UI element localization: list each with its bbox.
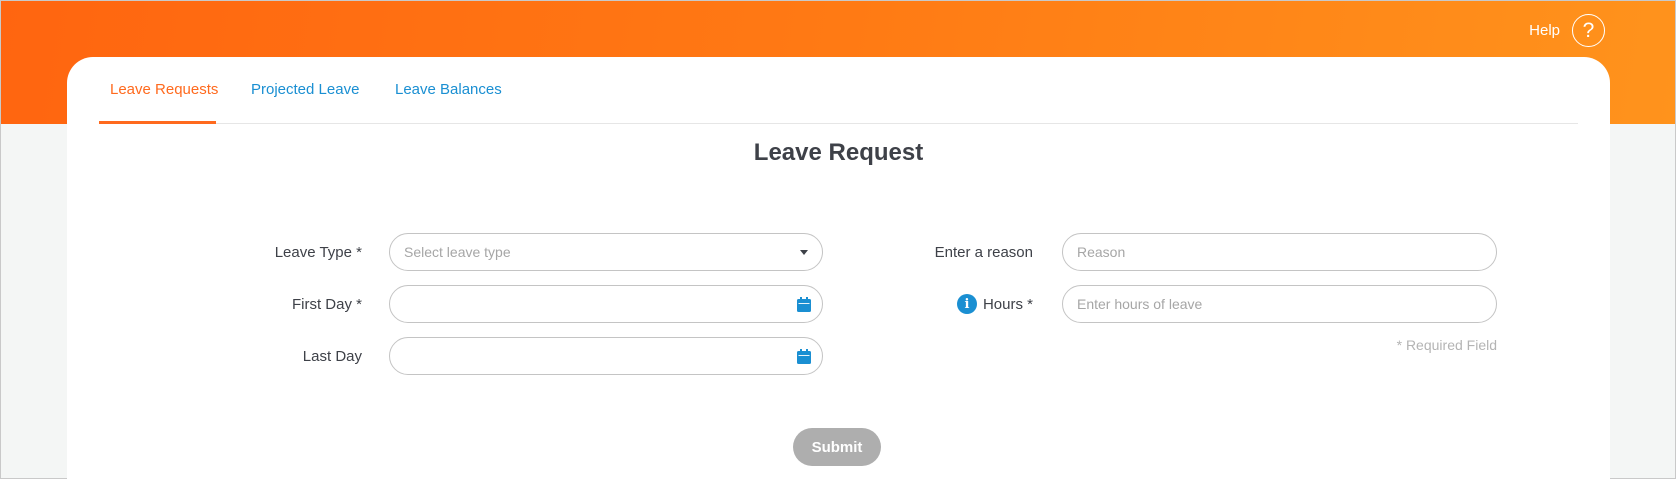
reason-label: Enter a reason xyxy=(881,233,1033,271)
leave-type-select[interactable]: Select leave type xyxy=(389,233,823,271)
hours-label: i Hours * xyxy=(881,285,1033,323)
submit-button[interactable]: Submit xyxy=(793,428,881,466)
reason-field[interactable] xyxy=(1062,233,1497,271)
hours-input[interactable] xyxy=(1077,296,1482,312)
first-day-label-text: First Day xyxy=(291,295,352,313)
leave-type-label-text: Leave Type xyxy=(274,243,352,261)
first-day-date-field[interactable] xyxy=(389,285,823,323)
help-icon[interactable]: ? xyxy=(1572,14,1605,47)
calendar-icon[interactable] xyxy=(797,297,811,312)
calendar-icon[interactable] xyxy=(797,349,811,364)
first-day-input[interactable] xyxy=(404,296,808,312)
page-title: Leave Request xyxy=(753,139,924,166)
help-icon-glyph: ? xyxy=(1582,19,1595,42)
hours-field[interactable] xyxy=(1062,285,1497,323)
leave-type-required-mark: * xyxy=(356,243,362,261)
last-day-date-field[interactable] xyxy=(389,337,823,375)
first-day-label: First Day * xyxy=(201,285,362,323)
active-tab-indicator xyxy=(99,121,216,124)
help-label: Help xyxy=(1529,22,1560,39)
tab-leave-requests[interactable]: Leave Requests xyxy=(110,81,218,98)
last-day-input[interactable] xyxy=(404,348,808,364)
tab-projected-leave[interactable]: Projected Leave xyxy=(251,81,359,98)
last-day-label-text: Last Day xyxy=(302,347,362,365)
reason-input[interactable] xyxy=(1077,244,1482,260)
help-link[interactable]: Help ? xyxy=(1529,14,1605,47)
last-day-label: Last Day xyxy=(201,337,362,375)
required-field-note: * Required Field xyxy=(1396,337,1497,353)
hours-required-mark: * xyxy=(1027,295,1033,313)
first-day-required-mark: * xyxy=(356,295,362,313)
info-icon[interactable]: i xyxy=(956,294,977,314)
tab-leave-balances[interactable]: Leave Balances xyxy=(395,81,502,98)
leave-type-placeholder: Select leave type xyxy=(404,244,511,260)
leave-type-label: Leave Type * xyxy=(201,233,362,271)
chevron-down-icon xyxy=(800,250,808,255)
hours-label-text: Hours xyxy=(982,295,1023,313)
reason-label-text: Enter a reason xyxy=(934,243,1033,261)
tab-bar: Leave Requests Projected Leave Leave Bal… xyxy=(99,57,1578,124)
